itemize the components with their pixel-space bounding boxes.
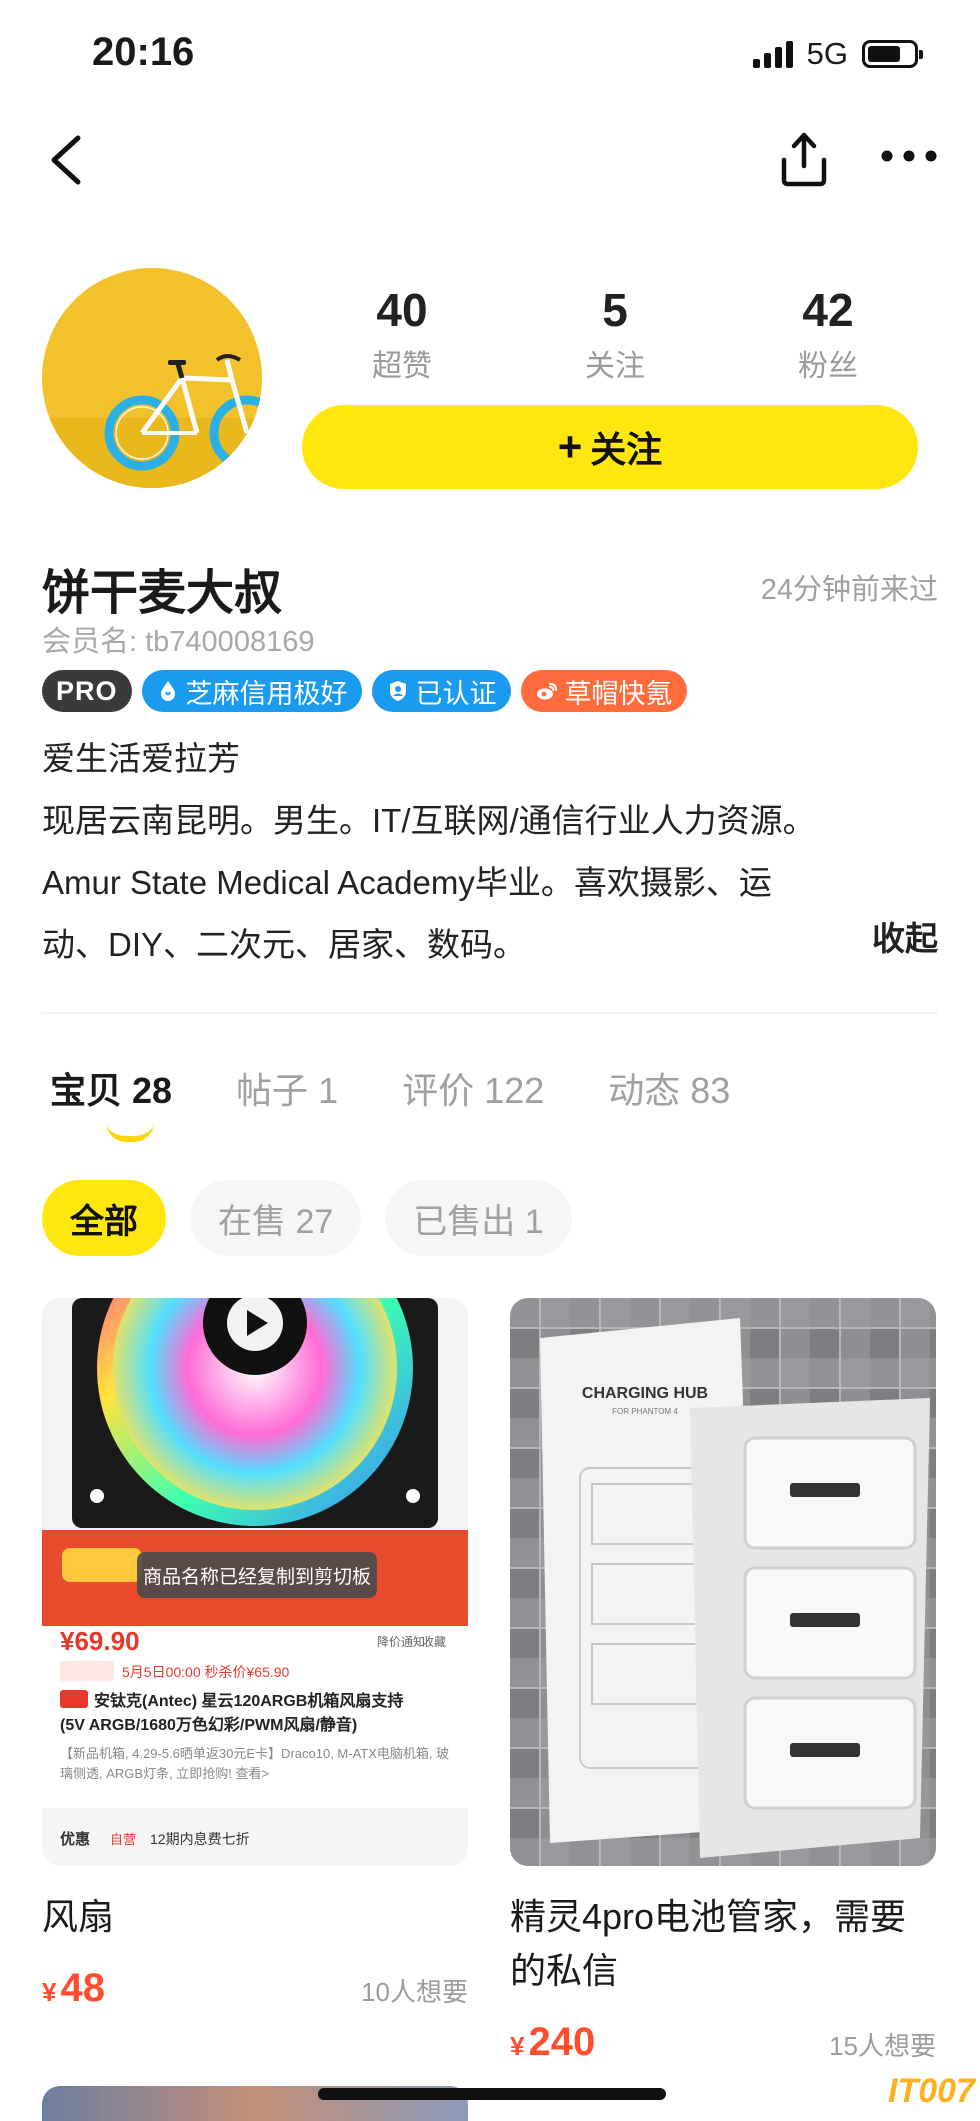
badge-row: PRO 芝麻信用极好 已认证 草帽快氪 [42, 670, 687, 712]
watermark-logo: IT007 [888, 2072, 975, 2110]
item-thumbnail: 商品名称已经复制到剪切板 ¥69.90 降价通知 收藏 5月5日00:00 秒杀… [42, 1298, 468, 1866]
follow-button[interactable]: + 关注 [302, 405, 918, 489]
bio: 爱生活爱拉芳 现居云南昆明。男生。IT/互联网/通信行业人力资源。 Amur S… [42, 728, 942, 976]
item-price: ¥48 [42, 1966, 105, 2011]
avatar[interactable] [42, 268, 262, 488]
status-indicators: 5G [752, 36, 923, 72]
item-wants: 15人想要 [829, 2031, 936, 2061]
item-thumbnail: CHARGING HUB FOR PHANTOM 4 [510, 1298, 936, 1866]
hub-title: CHARGING HUB [582, 1385, 708, 1402]
thumb-promo-text: 12期内息费七折 [150, 1831, 250, 1847]
home-indicator[interactable] [318, 2088, 666, 2100]
share-icon[interactable] [778, 130, 830, 188]
item-card-fan[interactable]: 商品名称已经复制到剪切板 ¥69.90 降价通知 收藏 5月5日00:00 秒杀… [42, 1298, 468, 2011]
thumb-desc: 【新品机箱, 4.29-5.6晒单返30元E卡】Draco10, M-ATX电脑… [60, 1746, 450, 1781]
item-price-row: ¥48 10人想要 [42, 1966, 468, 2011]
bio-line: Amur State Medical Academy毕业。喜欢摄影、运 [42, 864, 772, 901]
tab-reviews-label: 评价 [402, 1070, 475, 1111]
copied-toast: 商品名称已经复制到剪切板 [143, 1566, 371, 1588]
verified-badge[interactable]: 已认证 [371, 670, 511, 712]
collapse-bio-button[interactable]: 收起 [872, 912, 938, 960]
item-price: ¥240 [510, 2020, 595, 2065]
item-title: 精灵4pro电池管家，需要的私信 [510, 1896, 907, 1991]
stat-following[interactable]: 5 关注 [535, 283, 695, 385]
section-divider [42, 1012, 938, 1014]
item-price-value: 240 [528, 2020, 596, 2064]
content-tabs: 宝贝 28 帖子 1 评价 122 动态 83 [50, 1062, 794, 1142]
thumb-name-line1: 安钛克(Antec) 星云120ARGB机箱风扇支持 [94, 1691, 403, 1710]
stat-likes-label: 超赞 [372, 350, 432, 383]
stat-likes[interactable]: 40 超赞 [322, 283, 482, 385]
user-nickname: 饼干麦大叔 [42, 567, 283, 620]
item-wants: 10人想要 [361, 1977, 468, 2007]
sesame-credit-icon [160, 681, 175, 701]
plus-icon: + [557, 423, 583, 470]
weibo-badge[interactable]: 草帽快氪 [520, 670, 687, 712]
tab-items-count: 28 [132, 1070, 173, 1111]
last-seen: 24分钟前来过 [760, 574, 938, 606]
item-card-charging-hub[interactable]: CHARGING HUB FOR PHANTOM 4 精灵4pro电池管家，需要… [510, 1298, 936, 2065]
weibo-badge-label: 草帽快氪 [564, 678, 673, 709]
tab-reviews[interactable]: 评价 122 [402, 1062, 544, 1114]
stat-followers[interactable]: 42 粉丝 [748, 283, 908, 385]
stat-followers-label: 粉丝 [798, 350, 858, 383]
thumb-price: ¥69.90 [60, 1626, 140, 1656]
filter-sold[interactable]: 已售出 1 [385, 1180, 572, 1256]
network-type: 5G [806, 36, 848, 71]
pro-badge[interactable]: PRO [42, 670, 132, 712]
thumb-presale: 5月5日00:00 秒杀价¥65.90 [122, 1664, 290, 1680]
stat-followers-value: 42 [802, 284, 854, 336]
filter-on-sale[interactable]: 在售 27 [190, 1180, 362, 1256]
status-bar: 20:16 5G [0, 0, 980, 110]
bio-line: 现居云南昆明。男生。IT/互联网/通信行业人力资源。 [42, 802, 816, 839]
thumb-name-line2: (5V ARGB/1680万色幻彩/PWM风扇/静音) [60, 1715, 357, 1734]
tab-posts-label: 帖子 [236, 1070, 309, 1111]
verified-icon [389, 681, 406, 701]
tab-posts-count: 1 [318, 1070, 339, 1111]
weibo-icon [536, 682, 557, 700]
item-price-row: ¥240 15人想要 [510, 2020, 936, 2065]
member-id: 会员名: tb740008169 [42, 626, 315, 658]
tab-items[interactable]: 宝贝 28 [50, 1062, 173, 1142]
tab-activity[interactable]: 动态 83 [608, 1062, 730, 1114]
more-options-icon[interactable] [880, 146, 938, 166]
bio-line: 动、DIY、二次元、居家、数码。 [42, 926, 527, 963]
back-arrow-icon[interactable] [44, 134, 88, 186]
stat-following-label: 关注 [585, 350, 645, 383]
currency-symbol: ¥ [510, 2031, 525, 2061]
filter-chips: 全部 在售 27 已售出 1 [42, 1180, 572, 1256]
currency-symbol: ¥ [42, 1977, 57, 2007]
credit-badge[interactable]: 芝麻信用极好 [141, 670, 362, 712]
stat-following-value: 5 [602, 284, 628, 336]
credit-badge-label: 芝麻信用极好 [185, 678, 348, 709]
status-time: 20:16 [92, 30, 195, 74]
item-title: 风扇 [42, 1896, 115, 1937]
tab-posts[interactable]: 帖子 1 [236, 1062, 338, 1114]
signal-icon [752, 40, 793, 68]
item-price-value: 48 [60, 1966, 105, 2010]
thumb-notify: 降价通知 [377, 1635, 425, 1649]
thumb-fav: 收藏 [422, 1635, 446, 1649]
stat-likes-value: 40 [376, 284, 428, 336]
bio-line: 爱生活爱拉芳 [42, 740, 240, 777]
tab-reviews-count: 122 [484, 1070, 545, 1111]
pro-badge-label: PRO [56, 675, 118, 706]
verified-badge-label: 已认证 [415, 678, 497, 709]
filter-all[interactable]: 全部 [42, 1180, 166, 1256]
tab-items-label: 宝贝 [50, 1070, 123, 1111]
follow-button-label: 关注 [590, 429, 663, 470]
tab-activity-label: 动态 [608, 1070, 681, 1111]
top-nav [0, 120, 980, 200]
hub-subtitle: FOR PHANTOM 4 [612, 1407, 678, 1416]
thumb-promo: 优惠 [60, 1830, 90, 1848]
battery-icon [862, 40, 923, 68]
tab-activity-count: 83 [690, 1070, 731, 1111]
thumb-promo-tag: 自营 [110, 1832, 136, 1847]
